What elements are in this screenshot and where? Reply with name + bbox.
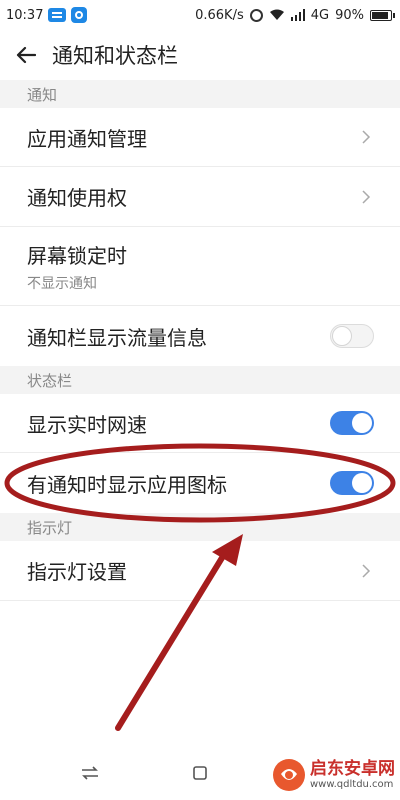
home-icon[interactable] [188, 763, 212, 783]
show-app-icon-toggle[interactable] [330, 471, 374, 495]
back-arrow-icon [16, 46, 36, 64]
chevron-right-icon [358, 129, 374, 145]
section-header-notifications: 通知 [0, 80, 400, 108]
battery-icon [370, 9, 395, 21]
row-title: 通知使用权 [27, 186, 127, 210]
traffic-info-toggle[interactable] [330, 324, 374, 348]
watermark-url: www.qdltdu.com [310, 778, 394, 790]
app-icon [71, 7, 88, 23]
battery-percent: 90% [335, 7, 364, 23]
network-speed: 0.66K/s [195, 7, 244, 23]
watermark: 启东安卓网 www.qdltdu.com [272, 755, 396, 795]
watermark-title: 启东安卓网 [310, 759, 395, 780]
row-title: 应用通知管理 [27, 126, 147, 151]
chevron-right-icon [358, 563, 374, 579]
row-title: 通知栏显示流量信息 [27, 325, 207, 350]
chevron-right-icon [358, 189, 374, 205]
wifi-icon [269, 9, 285, 21]
row-indicator-settings[interactable]: 指示灯设置 [0, 541, 400, 601]
row-app-notification-management[interactable]: 应用通知管理 [0, 108, 400, 167]
row-title: 有通知时显示应用图标 [27, 472, 227, 497]
row-notification-access[interactable]: 通知使用权 [0, 167, 400, 227]
row-show-app-icon[interactable]: 有通知时显示应用图标 [0, 453, 400, 513]
page-title: 通知和状态栏 [52, 44, 178, 68]
row-title: 屏幕锁定时 [27, 243, 127, 268]
row-lock-screen[interactable]: 屏幕锁定时 不显示通知 [0, 227, 400, 306]
back-button[interactable] [0, 30, 52, 80]
alarm-icon [249, 8, 263, 22]
realtime-speed-toggle[interactable] [330, 411, 374, 435]
menu-icon[interactable] [78, 763, 102, 783]
status-time: 10:37 [6, 7, 44, 23]
row-realtime-speed[interactable]: 显示实时网速 [0, 394, 400, 453]
signal-icon [290, 9, 305, 21]
row-title: 显示实时网速 [27, 412, 147, 437]
section-header-status-bar: 状态栏 [0, 366, 400, 394]
section-header-indicator: 指示灯 [0, 513, 400, 541]
row-traffic-info[interactable]: 通知栏显示流量信息 [0, 306, 400, 366]
status-bar: 10:37 0.66K/s 4G 90% [0, 0, 400, 30]
app-header: 通知和状态栏 [0, 30, 400, 80]
row-title: 指示灯设置 [27, 560, 127, 584]
message-icon [48, 8, 67, 22]
watermark-logo [273, 759, 305, 791]
network-type: 4G [310, 7, 330, 23]
row-subtitle: 不显示通知 [27, 275, 97, 292]
